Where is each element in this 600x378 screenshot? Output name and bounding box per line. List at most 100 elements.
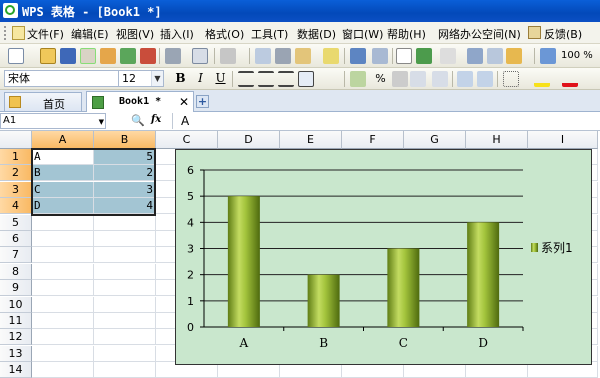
row-header-12[interactable]: 12 bbox=[0, 329, 32, 346]
italic-button[interactable]: I bbox=[192, 70, 209, 87]
cell[interactable] bbox=[94, 296, 156, 313]
chart-icon[interactable] bbox=[540, 48, 556, 64]
menu-window[interactable]: 窗口(W) bbox=[342, 26, 383, 42]
bold-button[interactable]: B bbox=[172, 70, 189, 87]
row-header-4[interactable]: 4 bbox=[0, 198, 32, 215]
zoom-formula-icon[interactable]: 🔍 bbox=[131, 114, 145, 127]
row-header-2[interactable]: 2 bbox=[0, 165, 32, 182]
menu-edit[interactable]: 编辑(E) bbox=[71, 26, 109, 42]
filter-icon[interactable] bbox=[506, 48, 522, 64]
column-header-g[interactable]: G bbox=[404, 131, 466, 149]
cell[interactable] bbox=[32, 362, 94, 378]
thousands-icon[interactable] bbox=[392, 71, 408, 87]
chevron-down-icon[interactable]: ▼ bbox=[99, 115, 104, 129]
export-icon[interactable] bbox=[100, 48, 116, 64]
column-header-e[interactable]: E bbox=[280, 131, 342, 149]
row-header-9[interactable]: 9 bbox=[0, 280, 32, 297]
paste-icon[interactable] bbox=[295, 48, 311, 64]
cell[interactable] bbox=[32, 313, 94, 329]
cell[interactable] bbox=[32, 296, 94, 313]
menu-data[interactable]: 数据(D) bbox=[297, 26, 336, 42]
redo-icon[interactable] bbox=[372, 48, 388, 64]
increase-indent-icon[interactable] bbox=[477, 71, 493, 87]
function-icon[interactable]: fx bbox=[151, 114, 161, 125]
cell[interactable] bbox=[94, 231, 156, 247]
tab-book1[interactable]: Book1 * ✕ bbox=[86, 91, 194, 112]
cell[interactable] bbox=[94, 313, 156, 329]
undo-icon[interactable] bbox=[350, 48, 366, 64]
row-header-8[interactable]: 8 bbox=[0, 263, 32, 280]
merge-center-icon[interactable] bbox=[298, 71, 314, 87]
column-header-b[interactable]: B bbox=[94, 131, 156, 149]
cell[interactable] bbox=[32, 231, 94, 247]
increase-decimal-icon[interactable] bbox=[410, 71, 426, 87]
fill-color-icon[interactable] bbox=[534, 71, 550, 87]
menu-file[interactable]: 文件(F) bbox=[27, 26, 64, 42]
column-header-c[interactable]: C bbox=[156, 131, 218, 149]
cell[interactable] bbox=[94, 329, 156, 346]
cell[interactable] bbox=[94, 345, 156, 362]
align-left-icon[interactable] bbox=[238, 71, 254, 87]
row-header-13[interactable]: 13 bbox=[0, 345, 32, 362]
font-color-icon[interactable] bbox=[562, 71, 578, 87]
spellcheck-icon[interactable] bbox=[220, 48, 236, 64]
align-right-icon[interactable] bbox=[278, 71, 294, 87]
menu-format[interactable]: 格式(O) bbox=[205, 26, 244, 42]
decrease-indent-icon[interactable] bbox=[457, 71, 473, 87]
copy-icon[interactable] bbox=[255, 48, 271, 64]
cell[interactable] bbox=[94, 280, 156, 297]
cell[interactable] bbox=[32, 280, 94, 297]
bar-chart[interactable]: 0 1 2 3 4 5 6 A B C D 系列1 bbox=[175, 149, 592, 365]
decrease-decimal-icon[interactable] bbox=[432, 71, 448, 87]
select-all-corner[interactable] bbox=[0, 131, 32, 149]
row-header-1[interactable]: 1 bbox=[0, 149, 32, 165]
name-box[interactable]: A1 ▼ bbox=[0, 113, 106, 129]
tab-home[interactable]: 首页 bbox=[4, 92, 82, 111]
row-header-11[interactable]: 11 bbox=[0, 313, 32, 329]
close-icon[interactable]: ✕ bbox=[179, 95, 189, 109]
autosum-icon[interactable] bbox=[440, 48, 456, 64]
sum-icon[interactable] bbox=[416, 48, 432, 64]
column-header-a[interactable]: A bbox=[32, 131, 94, 149]
open-folder-icon[interactable] bbox=[40, 48, 56, 64]
printer-icon[interactable] bbox=[165, 48, 181, 64]
cell[interactable] bbox=[32, 247, 94, 264]
sort-ascending-icon[interactable] bbox=[467, 48, 483, 64]
borders-icon[interactable] bbox=[503, 71, 519, 87]
zoom-level[interactable]: 100 % bbox=[561, 50, 593, 61]
menu-tools[interactable]: 工具(T) bbox=[251, 26, 288, 42]
row-header-6[interactable]: 6 bbox=[0, 231, 32, 247]
row-header-7[interactable]: 7 bbox=[0, 247, 32, 264]
chevron-down-icon[interactable]: ▼ bbox=[151, 71, 163, 86]
column-header-i[interactable]: I bbox=[528, 131, 598, 149]
format-painter-icon[interactable] bbox=[323, 48, 339, 64]
column-header-f[interactable]: F bbox=[342, 131, 404, 149]
row-header-10[interactable]: 10 bbox=[0, 296, 32, 313]
align-center-icon[interactable] bbox=[258, 71, 274, 87]
mail-icon[interactable] bbox=[120, 48, 136, 64]
currency-icon[interactable] bbox=[350, 71, 366, 87]
cell[interactable] bbox=[94, 247, 156, 264]
cell[interactable] bbox=[32, 345, 94, 362]
cell[interactable] bbox=[94, 263, 156, 280]
row-header-14[interactable]: 14 bbox=[0, 362, 32, 378]
cell[interactable] bbox=[32, 263, 94, 280]
print-preview-icon[interactable] bbox=[80, 48, 96, 64]
cell[interactable] bbox=[32, 329, 94, 346]
menu-help[interactable]: 帮助(H) bbox=[387, 26, 426, 42]
cut-icon[interactable] bbox=[275, 48, 291, 64]
menu-view[interactable]: 视图(V) bbox=[116, 26, 154, 42]
font-size-select[interactable]: 12 ▼ bbox=[118, 70, 164, 87]
save-icon[interactable] bbox=[60, 48, 76, 64]
function-icon[interactable] bbox=[396, 48, 412, 64]
column-header-d[interactable]: D bbox=[218, 131, 280, 149]
pdf-icon[interactable] bbox=[140, 48, 156, 64]
print-preview-icon-2[interactable] bbox=[192, 48, 208, 64]
menu-insert[interactable]: 插入(I) bbox=[160, 26, 194, 42]
sort-descending-icon[interactable] bbox=[487, 48, 503, 64]
menu-feedback[interactable]: 反馈(B) bbox=[544, 26, 582, 42]
new-file-icon[interactable] bbox=[8, 48, 24, 64]
formula-input[interactable]: A bbox=[181, 114, 189, 128]
cell[interactable] bbox=[32, 214, 94, 231]
row-header-5[interactable]: 5 bbox=[0, 214, 32, 231]
